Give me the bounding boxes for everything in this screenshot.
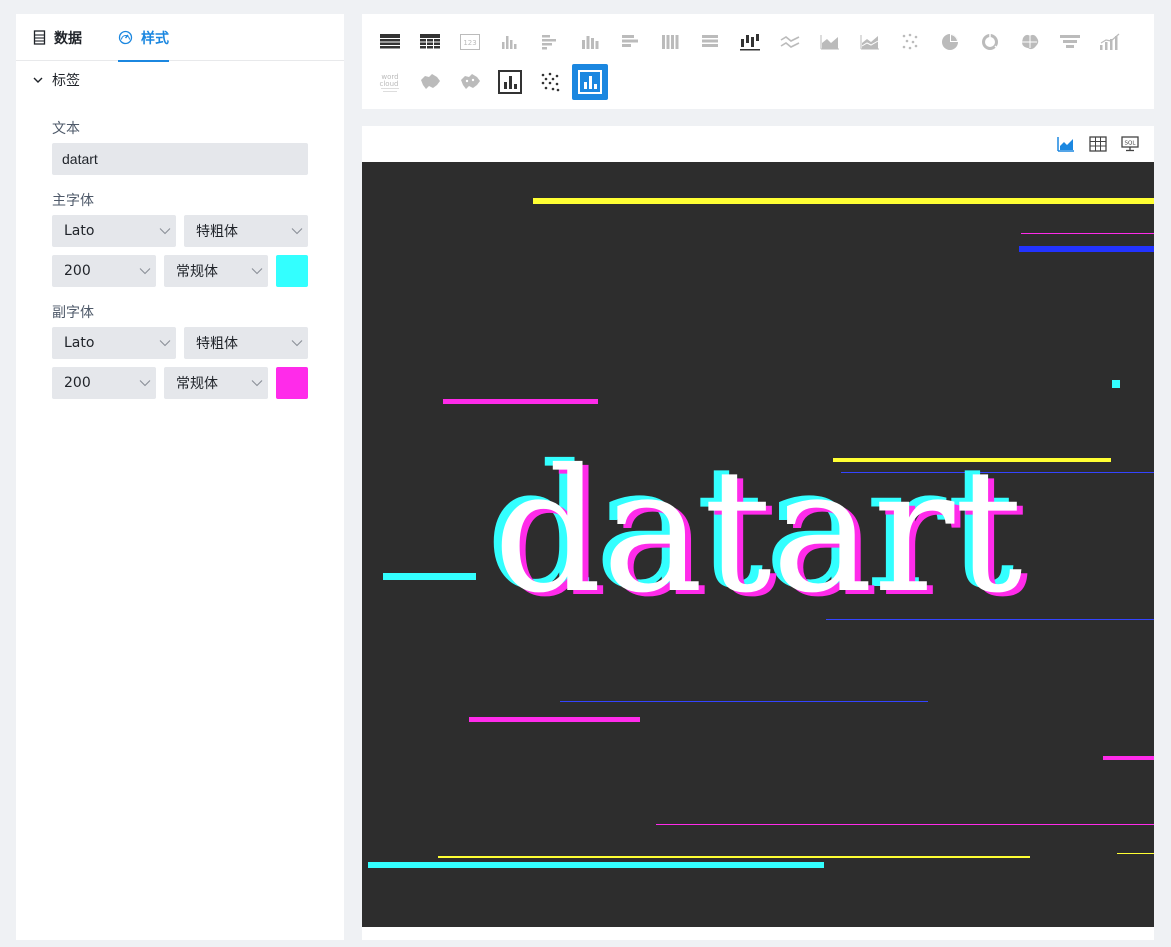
chevron-down-icon [139,380,151,387]
percent-column-icon[interactable] [655,27,685,57]
sub-font-family-value: Lato [64,335,95,351]
pivot-table-icon[interactable] [415,27,445,57]
preview-toolbar: SQL [362,126,1154,162]
glitch-text-main-layer: datart [493,433,1023,631]
glitch-line [438,856,1030,858]
main-font-style-value: 常规体 [176,264,218,280]
preview-panel: SQL datart datart datart [362,126,1154,940]
glitch-line [1021,233,1154,234]
sub-font-family-select[interactable]: Lato [52,327,176,359]
config-tabs: 数据 样式 [16,14,344,62]
dot-matrix-icon[interactable] [535,67,565,97]
custom-chart-icon[interactable] [495,67,525,97]
percent-bar-icon[interactable] [695,27,725,57]
main-font-label: 主字体 [52,193,94,209]
sub-font-size-value: 200 [64,375,91,391]
sub-font-weight-select[interactable]: 特粗体 [184,327,308,359]
text-input[interactable] [52,143,308,175]
dashboard-gauge-icon [118,30,133,45]
glitch-chart-icon[interactable] [572,64,608,100]
glitch-line [1019,246,1154,252]
stack-area-icon[interactable] [855,27,885,57]
svg-text:123: 123 [463,39,476,47]
scatter-icon[interactable] [895,27,925,57]
chevron-down-icon [251,268,263,275]
chart-view-icon[interactable] [1057,136,1075,152]
table-view-icon[interactable] [1089,136,1107,152]
area-icon[interactable] [815,27,845,57]
svg-text:SQL: SQL [1125,141,1137,147]
chevron-down-icon [291,228,303,235]
section-title: 标签 [52,73,80,89]
cluster-bar-icon[interactable] [535,27,565,57]
stack-column-icon[interactable] [575,27,605,57]
cluster-column-icon[interactable] [495,27,525,57]
main-font-color-swatch[interactable] [276,255,308,287]
pie-icon[interactable] [935,27,965,57]
tab-data-label: 数据 [54,30,82,47]
chart-type-picker: 123 word cloud [362,14,1154,109]
sub-font-style-value: 常规体 [176,376,218,392]
glitch-line [1117,853,1154,854]
word-cloud-cloud-text: cloud [380,80,399,88]
label-section-toggle[interactable]: 标签 [32,70,80,90]
text-field-label: 文本 [52,121,80,137]
main-font-size-select[interactable]: 200 [52,255,156,287]
main-font-family-value: Lato [64,223,95,239]
map-icon[interactable] [415,67,445,97]
main-font-weight-select[interactable]: 特粗体 [184,215,308,247]
chevron-down-icon [251,380,263,387]
glitch-line [443,399,598,404]
tab-style[interactable]: 样式 [118,14,169,62]
glitch-line [1103,756,1154,760]
rose-icon[interactable] [1015,27,1045,57]
sub-font-color-swatch[interactable] [276,367,308,399]
glitch-line [533,198,1154,204]
chevron-down-icon [139,268,151,275]
chevron-down-icon [33,77,43,83]
glitch-line [656,824,1154,825]
scatter-map-icon[interactable] [455,67,485,97]
main-font-weight-value: 特粗体 [196,224,238,240]
glitch-line [368,862,824,868]
glitch-line [560,701,928,702]
chevron-down-icon [291,340,303,347]
tab-data[interactable]: 数据 [33,14,82,61]
word-cloud-icon[interactable]: word cloud [375,67,405,97]
funnel-icon[interactable] [1055,27,1085,57]
basic-table-icon[interactable] [375,27,405,57]
chevron-down-icon [159,228,171,235]
double-y-icon[interactable] [1095,27,1125,57]
sub-font-size-select[interactable]: 200 [52,367,156,399]
stack-bar-icon[interactable] [615,27,645,57]
doughnut-icon[interactable] [975,27,1005,57]
main-font-size-value: 200 [64,263,91,279]
glitch-line [469,717,640,722]
tab-style-label: 样式 [141,30,169,47]
main-font-family-select[interactable]: Lato [52,215,176,247]
sub-font-style-select[interactable]: 常规体 [164,367,268,399]
scorecard-icon[interactable]: 123 [455,27,485,57]
table-icon [33,30,46,45]
main-font-style-select[interactable]: 常规体 [164,255,268,287]
line-icon[interactable] [775,27,805,57]
sub-font-label: 副字体 [52,305,94,321]
chevron-down-icon [159,340,171,347]
glitch-preview-canvas: datart datart datart [362,162,1154,927]
glitch-line [1112,380,1120,388]
waterfall-icon[interactable] [735,27,765,57]
sql-view-icon[interactable]: SQL [1121,136,1139,152]
sub-font-weight-value: 特粗体 [196,336,238,352]
config-panel: 数据 样式 标签 文本 主字体 Lato 特粗体 200 常规体 副字体 Lat… [16,14,344,940]
